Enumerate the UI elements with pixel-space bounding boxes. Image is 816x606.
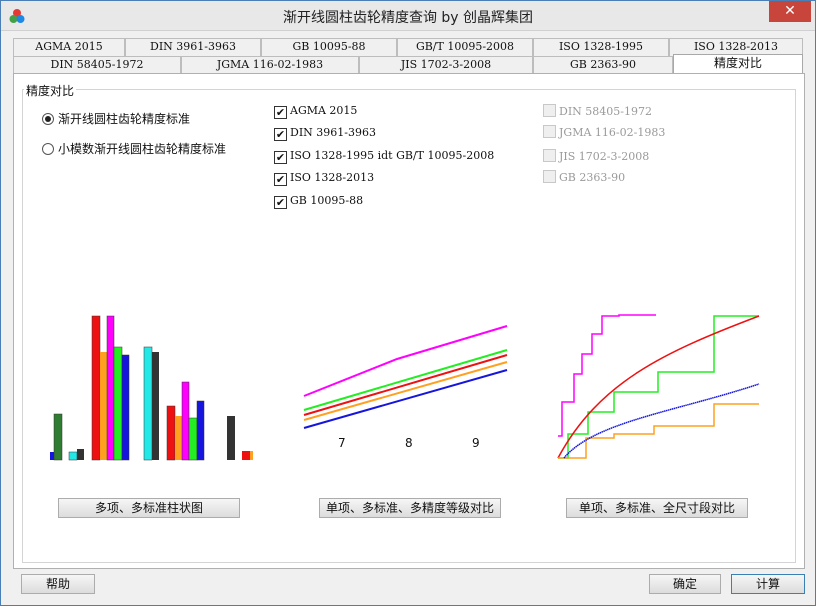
- bar: [166, 405, 176, 461]
- bar: [50, 452, 54, 460]
- series-line: [303, 369, 508, 429]
- tab-row-1: AGMA 2015 DIN 3961-3963 GB 10095-88 GB/T…: [13, 38, 805, 56]
- check-gb-10095-88[interactable]: ✔ GB 10095-88: [274, 194, 363, 209]
- series-line: [303, 354, 508, 416]
- check-jgma-116: JGMA 116-02-1983: [543, 125, 665, 139]
- checkmark-icon: ✔: [274, 106, 287, 119]
- check-label: ISO 1328-1995 idt GB/T 10095-2008: [290, 149, 495, 162]
- check-label: JIS 1702-3-2008: [559, 150, 650, 163]
- main-window: 渐开线圆柱齿轮精度查询 by 创晶辉集团 ✕ AGMA 2015 DIN 396…: [0, 0, 816, 606]
- radio-label: 渐开线圆柱齿轮精度标准: [58, 112, 191, 126]
- bar-chart-button[interactable]: 多项、多标准柱状图: [58, 498, 240, 518]
- check-label: JGMA 116-02-1983: [559, 126, 666, 139]
- group-title: 精度对比: [24, 82, 77, 99]
- bar: [175, 416, 182, 460]
- bar: [227, 416, 235, 460]
- tab-iso-1328-1995[interactable]: ISO 1328-1995: [533, 38, 669, 56]
- checkbox-icon: [543, 125, 556, 138]
- bar: [77, 449, 84, 460]
- bar: [53, 413, 63, 461]
- tab-din-58405[interactable]: DIN 58405-1972: [13, 56, 181, 74]
- tab-gbt-10095-2008[interactable]: GB/T 10095-2008: [397, 38, 533, 56]
- radio-standard-gear[interactable]: 渐开线圆柱齿轮精度标准: [42, 110, 190, 127]
- radio-small-module-gear[interactable]: 小模数渐开线圆柱齿轮精度标准: [42, 140, 226, 157]
- grade-compare-button[interactable]: 单项、多标准、多精度等级对比: [319, 498, 501, 518]
- tab-gb-10095-88[interactable]: GB 10095-88: [261, 38, 397, 56]
- series-line: [303, 361, 508, 421]
- checkmark-icon: ✔: [274, 128, 287, 141]
- help-button[interactable]: 帮助: [21, 574, 95, 594]
- title-bar: 渐开线圆柱齿轮精度查询 by 创晶辉集团 ✕: [1, 1, 815, 31]
- grade-tick: 8: [405, 436, 413, 450]
- bar: [188, 417, 198, 461]
- tab-precision-compare[interactable]: 精度对比: [673, 54, 803, 74]
- radio-empty-icon: [42, 143, 54, 155]
- series-line: [558, 315, 759, 459]
- bar: [68, 451, 78, 461]
- tab-gb-2363[interactable]: GB 2363-90: [533, 56, 673, 74]
- check-label: DIN 58405-1972: [559, 105, 652, 118]
- size-chart-preview: [557, 314, 760, 459]
- grade-tick: 9: [472, 436, 480, 450]
- bar: [113, 346, 123, 461]
- check-din-58405: DIN 58405-1972: [543, 104, 652, 118]
- bar: [121, 354, 130, 461]
- close-button[interactable]: ✕: [769, 1, 811, 22]
- checkmark-icon: ✔: [274, 173, 287, 186]
- check-din-3961[interactable]: ✔ DIN 3961-3963: [274, 126, 376, 141]
- bar: [91, 315, 101, 461]
- series-line: [563, 383, 760, 459]
- checkmark-icon: ✔: [274, 151, 287, 164]
- bar: [242, 451, 250, 460]
- checkbox-icon: [543, 149, 556, 162]
- tab-din-3961[interactable]: DIN 3961-3963: [125, 38, 261, 56]
- window-title: 渐开线圆柱齿轮精度查询 by 创晶辉集团: [282, 10, 534, 26]
- bar: [181, 381, 190, 461]
- check-label: GB 2363-90: [559, 171, 626, 184]
- size-compare-button[interactable]: 单项、多标准、全尺寸段对比: [566, 498, 748, 518]
- checkmark-icon: ✔: [274, 196, 287, 209]
- radio-selected-icon: [42, 113, 54, 125]
- tab-row-2: DIN 58405-1972 JGMA 116-02-1983 JIS 1702…: [13, 54, 805, 74]
- bar: [100, 352, 107, 460]
- tab-agma-2015[interactable]: AGMA 2015: [13, 38, 125, 56]
- check-label: GB 10095-88: [290, 194, 364, 207]
- check-iso-1328-2013[interactable]: ✔ ISO 1328-2013: [274, 171, 374, 186]
- grade-chart-preview: 7 8 9: [303, 325, 508, 450]
- checkbox-icon: [543, 170, 556, 183]
- check-iso-1328-1995[interactable]: ✔ ISO 1328-1995 idt GB/T 10095-2008: [274, 149, 494, 164]
- bar: [143, 346, 153, 461]
- tab-jgma-116[interactable]: JGMA 116-02-1983: [181, 56, 359, 74]
- bar: [196, 400, 205, 461]
- checkbox-icon: [543, 104, 556, 117]
- calc-button[interactable]: 计算: [731, 574, 805, 594]
- bar-chart-preview: [50, 315, 253, 461]
- bar: [152, 352, 159, 460]
- radio-label: 小模数渐开线圆柱齿轮精度标准: [58, 142, 227, 156]
- check-label: AGMA 2015: [290, 104, 358, 117]
- check-gb-2363: GB 2363-90: [543, 170, 625, 184]
- check-label: DIN 3961-3963: [290, 126, 376, 139]
- bar: [250, 451, 253, 460]
- bar: [106, 315, 115, 461]
- grade-tick: 7: [338, 436, 346, 450]
- check-agma-2015[interactable]: ✔ AGMA 2015: [274, 104, 357, 119]
- ok-button[interactable]: 确定: [649, 574, 721, 594]
- check-jis-1702: JIS 1702-3-2008: [543, 149, 649, 163]
- check-label: ISO 1328-2013: [290, 171, 375, 184]
- tab-jis-1702[interactable]: JIS 1702-3-2008: [359, 56, 533, 74]
- series-line: [303, 349, 508, 411]
- tab-panel: 精度对比 渐开线圆柱齿轮精度标准 小模数渐开线圆柱齿轮精度标准 ✔ AGMA 20…: [13, 73, 805, 569]
